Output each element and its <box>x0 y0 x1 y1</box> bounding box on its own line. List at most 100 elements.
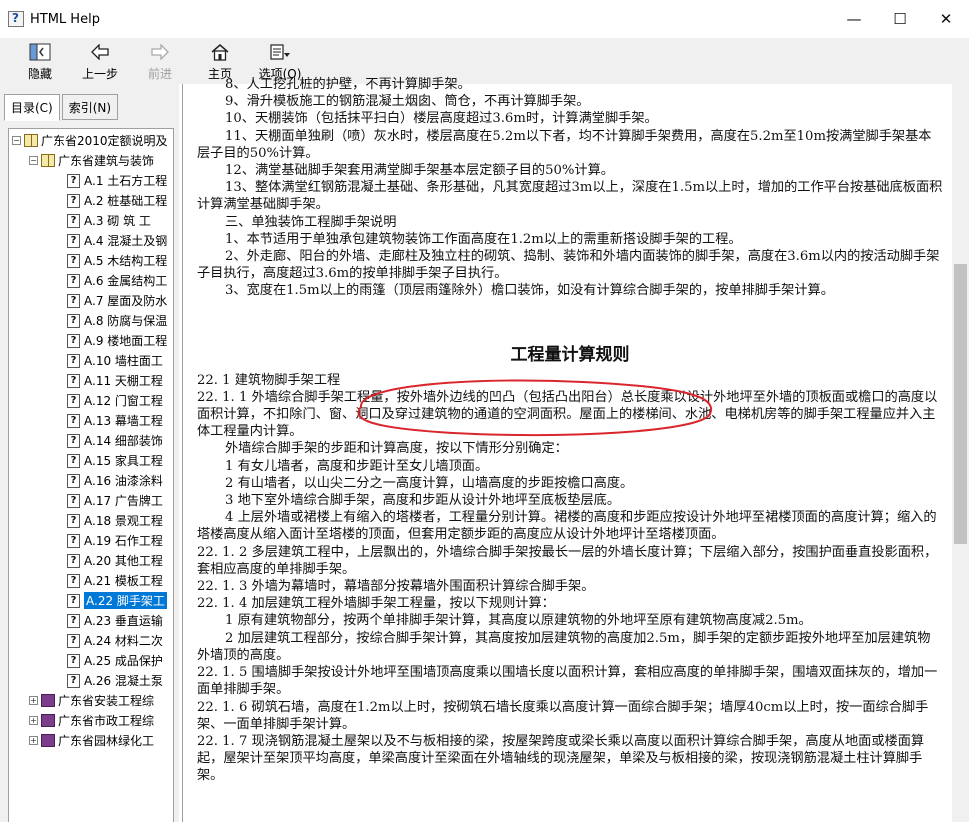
home-icon <box>209 42 231 62</box>
nav-tabs: 目录(C) 索引(N) <box>4 94 120 121</box>
tree-item-book[interactable]: − 广东省建筑与装饰 <box>29 151 154 170</box>
tree-item-label: 广东省园林绿化工 <box>58 734 155 748</box>
help-page-icon: ? <box>67 653 80 668</box>
scrollbar-thumb[interactable] <box>954 264 967 544</box>
expand-icon[interactable]: + <box>29 696 38 705</box>
tree-item-topic[interactable]: ? A.25 成品保护 <box>67 651 163 670</box>
help-page-icon: ? <box>67 413 80 428</box>
tree-item-label: A.17 广告牌工 <box>84 494 163 508</box>
tree-item-label: A.1 土石方工程 <box>84 174 168 188</box>
paragraph: 10、天棚装饰（包括抹平扫白）楼层高度超过3.6m时，计算满堂脚手架。 <box>225 111 658 127</box>
expand-icon[interactable]: + <box>29 716 38 725</box>
rule-item: 2 加层建筑工程部分，按综合脚手架计算，其高度按加层建筑物的高度加2.5m，脚手… <box>197 630 931 663</box>
tree-item-topic[interactable]: ? A.10 墙柱面工 <box>67 351 163 370</box>
paragraph: 9、滑升模板施工的钢筋混凝土烟囱、筒仓，不再计算脚手架。 <box>225 94 590 110</box>
tree-item-label: A.18 景观工程 <box>84 514 163 528</box>
tree-item-topic[interactable]: ? A.9 楼地面工程 <box>67 331 167 350</box>
contents-tree[interactable]: − 广东省2010定额说明及 − 广东省建筑与装饰? A.1 土石方工程? A.2 桩基础… <box>8 128 174 822</box>
paragraph: 11、天棚面单独刷（喷）灰水时，楼层高度在5.2m以下者，均不计算脚手架费用，高… <box>197 128 932 161</box>
hide-button[interactable]: 隐藏 <box>10 38 70 84</box>
tree-item-topic[interactable]: ? A.17 广告牌工 <box>67 491 163 510</box>
tree-item-label: A.9 楼地面工程 <box>84 334 168 348</box>
tree-item-label: A.11 天棚工程 <box>84 374 163 388</box>
tree-item-book[interactable]: + 广东省安装工程综 <box>29 691 154 710</box>
tree-item-topic[interactable]: ? A.2 桩基础工程 <box>67 191 167 210</box>
window-title: HTML Help <box>30 11 100 27</box>
tree-item-topic[interactable]: ? A.1 土石方工程 <box>67 171 167 190</box>
tree-item-topic[interactable]: ? A.8 防腐与保温 <box>67 311 167 330</box>
help-page-icon: ? <box>67 493 80 508</box>
help-page-icon: ? <box>67 333 80 348</box>
tree-item-label: A.6 金属结构工 <box>84 274 168 288</box>
minimize-button[interactable]: — <box>831 0 877 38</box>
help-page-icon: ? <box>67 293 80 308</box>
tree-item-topic[interactable]: ? A.14 细部装饰 <box>67 431 163 450</box>
back-arrow-icon <box>89 42 111 62</box>
rule-item: 外墙综合脚手架的步距和计算高度，按以下情形分别确定： <box>225 441 568 457</box>
topic-content: 8、人工挖孔桩的护壁，不再计算脚手架。 9、滑升模板施工的钢筋混凝土烟囱、筒仓，… <box>197 77 943 785</box>
rule-item: 4 上层外墙或裙楼上有缩入的塔楼者，工程量分别计算。裙楼的高度和步距应按设计外地… <box>197 510 937 543</box>
collapse-icon[interactable]: − <box>12 136 21 145</box>
help-page-icon: ? <box>67 213 80 228</box>
tree-item-label: A.10 墙柱面工 <box>84 354 163 368</box>
tree-item-topic[interactable]: ? A.13 幕墙工程 <box>67 411 163 430</box>
tree-item-topic[interactable]: ? A.24 材料二次 <box>67 631 163 650</box>
tree-item-topic[interactable]: ? A.19 石作工程 <box>67 531 163 550</box>
tree-item-book[interactable]: − 广东省2010定额说明及 <box>12 131 168 150</box>
title-bar: HTML Help — ☐ ✕ <box>0 0 969 38</box>
maximize-button[interactable]: ☐ <box>877 0 923 38</box>
tree-item-book[interactable]: + 广东省园林绿化工 <box>29 731 154 750</box>
tree-item-topic[interactable]: ? A.23 垂直运输 <box>67 611 163 630</box>
tree-item-topic[interactable]: ? A.16 油漆涂料 <box>67 471 163 490</box>
tree-item-topic[interactable]: ? A.6 金属结构工 <box>67 271 167 290</box>
tree-item-label: A.3 砌 筑 工 <box>84 214 151 228</box>
tree-item-topic[interactable]: ? A.20 其他工程 <box>67 551 163 570</box>
window-controls: — ☐ ✕ <box>831 0 969 38</box>
tree-item-topic[interactable]: ? A.4 混凝土及钢 <box>67 231 167 250</box>
help-page-icon: ? <box>67 273 80 288</box>
paragraph: 2、外走廊、阳台的外墙、走廊柱及独立柱的砌筑、捣制、装饰和外墙内面装饰的脚手架，… <box>197 249 940 282</box>
tree-item-topic[interactable]: ? A.18 景观工程 <box>67 511 163 530</box>
rule-title: 22. 1 建筑物脚手架工程 <box>197 372 341 388</box>
tree-item-label: A.7 屋面及防水 <box>84 294 168 308</box>
expand-icon[interactable]: + <box>29 736 38 745</box>
tree-item-topic[interactable]: ? A.22 脚手架工 <box>67 591 167 610</box>
tree-item-topic[interactable]: ? A.3 砌 筑 工 <box>67 211 151 230</box>
tab-contents[interactable]: 目录(C) <box>4 94 60 121</box>
tree-item-book[interactable]: + 广东省市政工程综 <box>29 711 154 730</box>
rule-item: 22. 1. 7 现浇钢筋混凝土屋架以及不与板相接的梁，按屋架跨度或梁长乘以高度… <box>197 733 925 784</box>
tree-item-topic[interactable]: ? A.15 家具工程 <box>67 451 163 470</box>
paragraph: 12、满堂基础脚手架套用满堂脚手架基本层定额子目的50%计算。 <box>225 163 614 179</box>
tree-item-label: A.15 家具工程 <box>84 454 163 468</box>
rule-item: 3 地下室外墙综合脚手架，高度和步距从设计外地坪至底板垫层底。 <box>225 493 621 509</box>
rule-item: 22. 1. 3 外墙为幕墙时，幕墙部分按幕墙外围面积计算综合脚手架。 <box>197 579 595 595</box>
help-page-icon: ? <box>67 533 80 548</box>
help-page-icon: ? <box>67 673 80 688</box>
help-page-icon: ? <box>67 633 80 648</box>
forward-button[interactable]: 前进 <box>130 38 190 84</box>
tree-item-topic[interactable]: ? A.11 天棚工程 <box>67 371 163 390</box>
open-book-icon <box>41 154 55 167</box>
section-title: 三、单独装饰工程脚手架说明 <box>225 214 397 230</box>
help-page-icon: ? <box>67 313 80 328</box>
rule-item: 22. 1. 5 围墙脚手架按设计外地坪至围墙顶高度乘以围墙长度以面积计算，套相… <box>197 665 938 698</box>
tree-item-topic[interactable]: ? A.26 混凝土泵 <box>67 671 163 690</box>
tab-index[interactable]: 索引(N) <box>61 94 119 120</box>
back-button[interactable]: 上一步 <box>70 38 130 84</box>
tree-item-topic[interactable]: ? A.7 屋面及防水 <box>67 291 167 310</box>
help-page-icon: ? <box>67 553 80 568</box>
tree-item-label: 广东省建筑与装饰 <box>58 154 155 168</box>
collapse-icon[interactable]: − <box>29 156 38 165</box>
tree-item-topic[interactable]: ? A.21 模板工程 <box>67 571 163 590</box>
paragraph: 3、宽度在1.5m以上的雨篷（顶层雨篷除外）檐口装饰，如没有计算综合脚手架的，按… <box>225 283 834 299</box>
vertical-scrollbar[interactable] <box>952 84 969 822</box>
tree-item-topic[interactable]: ? A.12 门窗工程 <box>67 391 163 410</box>
tree-item-label: A.20 其他工程 <box>84 554 163 568</box>
close-button[interactable]: ✕ <box>923 0 969 38</box>
tree-item-topic[interactable]: ? A.5 木结构工程 <box>67 251 167 270</box>
tree-item-label: A.22 脚手架工 <box>84 592 167 609</box>
open-book-icon <box>24 134 38 147</box>
help-page-icon: ? <box>67 513 80 528</box>
rule-item: 22. 1. 1 外墙综合脚手架工程量，按外墙外边线的凹凸（包括凸出阳台）总长度… <box>197 389 938 440</box>
tree-item-label: 广东省市政工程综 <box>58 714 155 728</box>
